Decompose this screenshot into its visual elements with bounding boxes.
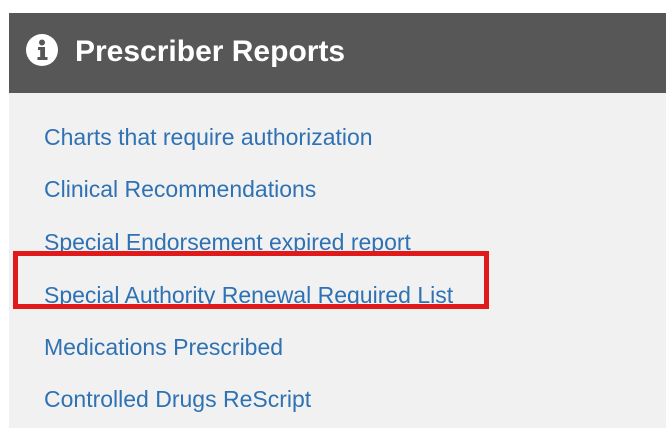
panel-header: Prescriber Reports — [9, 13, 666, 93]
report-link-clinical-recommendations[interactable]: Clinical Recommendations — [44, 172, 316, 206]
report-link-charts-authorization[interactable]: Charts that require authorization — [44, 120, 373, 154]
report-link-medications-prescribed[interactable]: Medications Prescribed — [44, 330, 283, 364]
report-link-special-endorsement-expired[interactable]: Special Endorsement expired report — [44, 225, 411, 259]
report-link-special-authority-renewal[interactable]: Special Authority Renewal Required List — [44, 278, 453, 312]
prescriber-reports-panel: Prescriber Reports Charts that require a… — [9, 13, 666, 428]
info-circle-icon — [26, 34, 58, 66]
report-link-controlled-drugs-rescript[interactable]: Controlled Drugs ReScript — [44, 382, 311, 416]
panel-title: Prescriber Reports — [75, 35, 346, 68]
